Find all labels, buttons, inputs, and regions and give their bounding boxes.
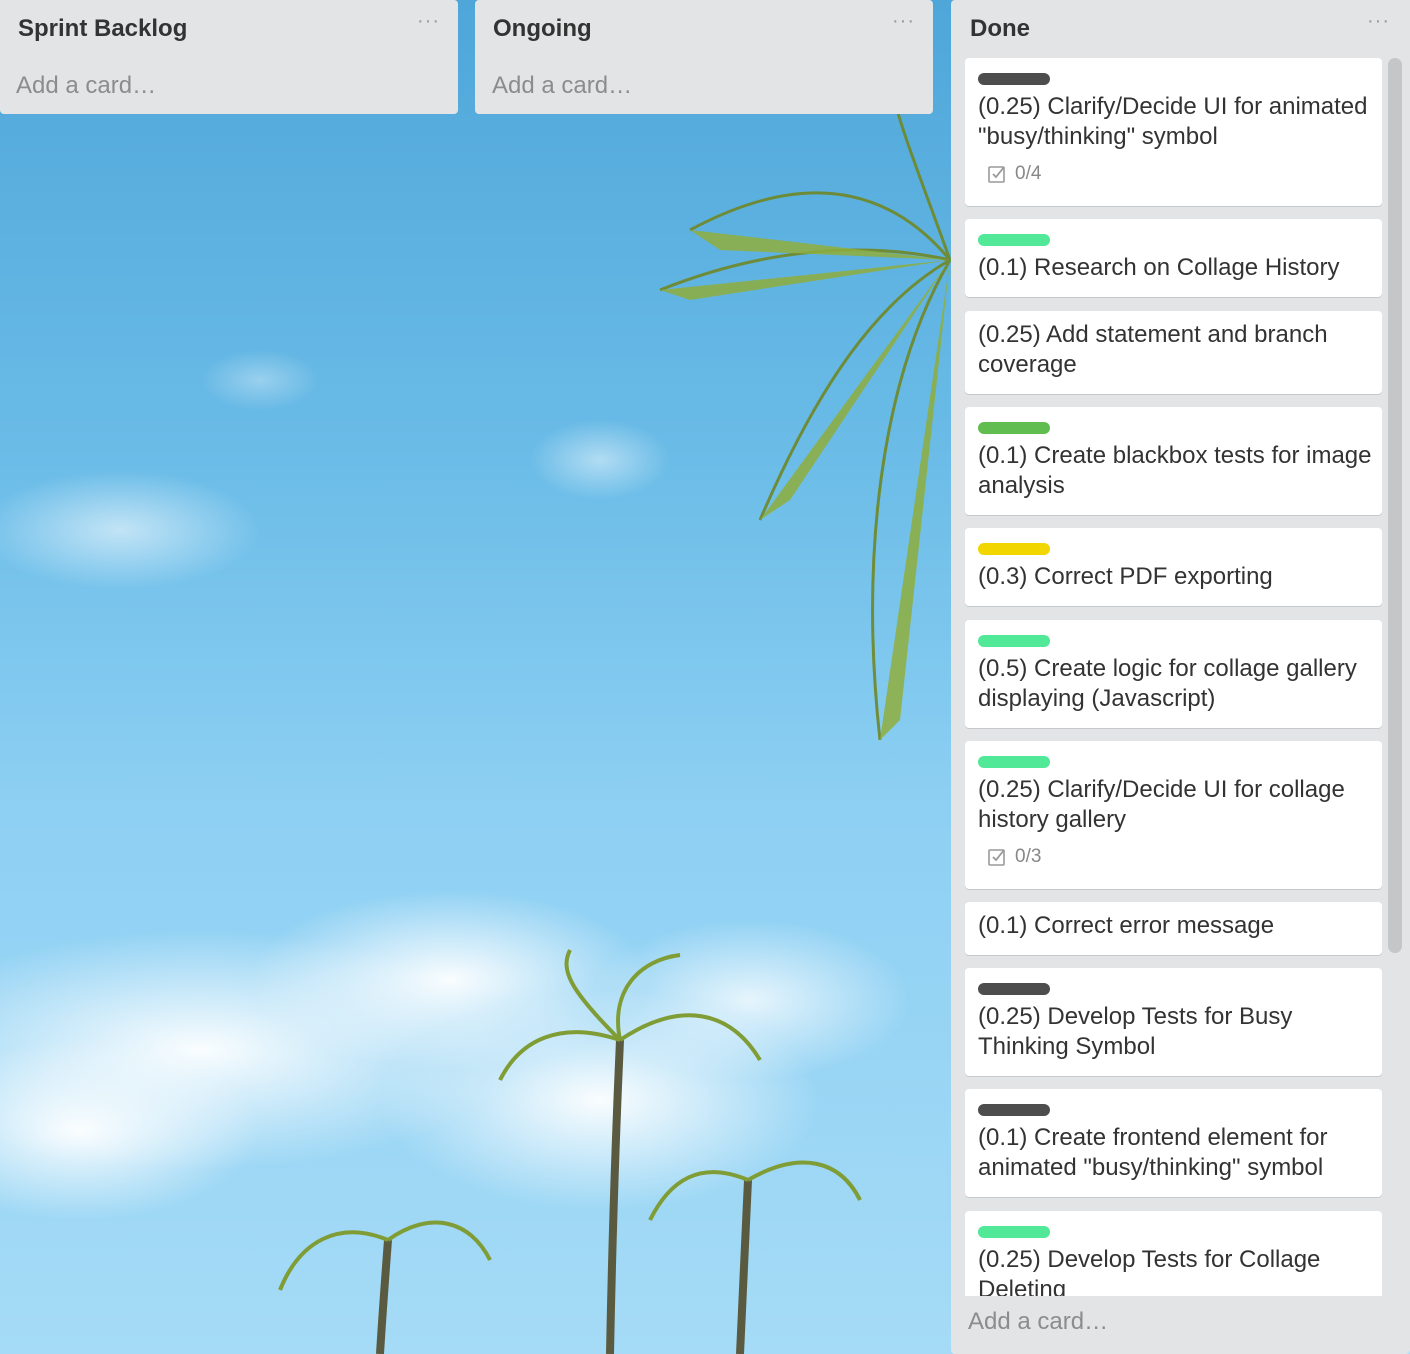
- checkbox-icon: [988, 849, 1005, 866]
- checklist-count: 0/3: [1015, 846, 1042, 867]
- card-list: (0.25) Clarify/Decide UI for animated "b…: [965, 58, 1382, 1296]
- card-label: [978, 234, 1050, 246]
- add-card-link[interactable]: Add a card…: [968, 1308, 1108, 1336]
- add-card-link[interactable]: Add a card…: [16, 72, 156, 100]
- card-list-scrollbar[interactable]: [1388, 58, 1402, 1296]
- card-title: (0.3) Correct PDF exporting: [978, 563, 1273, 590]
- list-menu-icon[interactable]: ···: [892, 10, 915, 33]
- card-title: (0.1) Correct error message: [978, 912, 1275, 939]
- list-title[interactable]: Done: [970, 15, 1030, 43]
- list-done: Done ··· (0.25) Clarify/Decide UI for an…: [951, 0, 1410, 1354]
- list-header: Done ···: [951, 0, 1410, 58]
- card-title: (0.25) Clarify/Decide UI for animated "b…: [978, 93, 1368, 150]
- checkbox-icon: [988, 166, 1005, 183]
- list-header: Ongoing ···: [475, 0, 933, 58]
- card[interactable]: (0.25) Add statement and branch coverage: [965, 311, 1382, 394]
- card-title: (0.25) Develop Tests for Collage Deletin…: [978, 1246, 1321, 1296]
- scrollbar-thumb[interactable]: [1388, 58, 1402, 953]
- card-title: (0.25) Clarify/Decide UI for collage his…: [978, 776, 1345, 833]
- list-sprint-backlog: Sprint Backlog ··· Add a card…: [0, 0, 458, 114]
- card[interactable]: (0.1) Correct error message: [965, 902, 1382, 955]
- list-ongoing: Ongoing ··· Add a card…: [475, 0, 933, 114]
- card[interactable]: (0.25) Clarify/Decide UI for collage his…: [965, 741, 1382, 889]
- card[interactable]: (0.25) Develop Tests for Busy Thinking S…: [965, 968, 1382, 1076]
- card[interactable]: (0.1) Create frontend element for animat…: [965, 1089, 1382, 1197]
- card[interactable]: (0.5) Create logic for collage gallery d…: [965, 620, 1382, 728]
- card[interactable]: (0.1) Create blackbox tests for image an…: [965, 407, 1382, 515]
- card-title: (0.1) Research on Collage History: [978, 254, 1340, 281]
- card-label: [978, 635, 1050, 647]
- card-label: [978, 422, 1050, 434]
- card-label: [978, 983, 1050, 995]
- add-card-link[interactable]: Add a card…: [492, 72, 632, 100]
- list-menu-icon[interactable]: ···: [1367, 10, 1390, 33]
- list-menu-icon[interactable]: ···: [417, 10, 440, 33]
- card[interactable]: (0.3) Correct PDF exporting: [965, 528, 1382, 606]
- checklist-badge: 0/4: [987, 163, 1041, 185]
- card-label: [978, 1104, 1050, 1116]
- list-title[interactable]: Sprint Backlog: [18, 15, 187, 43]
- card-title: (0.25) Add statement and branch coverage: [978, 321, 1328, 378]
- card-label: [978, 543, 1050, 555]
- list-header: Sprint Backlog ···: [0, 0, 458, 58]
- checklist-badge: 0/3: [987, 846, 1041, 868]
- card-label: [978, 756, 1050, 768]
- card-label: [978, 73, 1050, 85]
- card-title: (0.5) Create logic for collage gallery d…: [978, 655, 1357, 712]
- card-title: (0.25) Develop Tests for Busy Thinking S…: [978, 1003, 1293, 1060]
- checklist-count: 0/4: [1015, 163, 1042, 184]
- card[interactable]: (0.1) Research on Collage History: [965, 219, 1382, 297]
- list-title[interactable]: Ongoing: [493, 15, 592, 43]
- card[interactable]: (0.25) Develop Tests for Collage Deletin…: [965, 1211, 1382, 1296]
- card[interactable]: (0.25) Clarify/Decide UI for animated "b…: [965, 58, 1382, 206]
- card-title: (0.1) Create blackbox tests for image an…: [978, 442, 1372, 499]
- card-label: [978, 1226, 1050, 1238]
- card-title: (0.1) Create frontend element for animat…: [978, 1124, 1328, 1181]
